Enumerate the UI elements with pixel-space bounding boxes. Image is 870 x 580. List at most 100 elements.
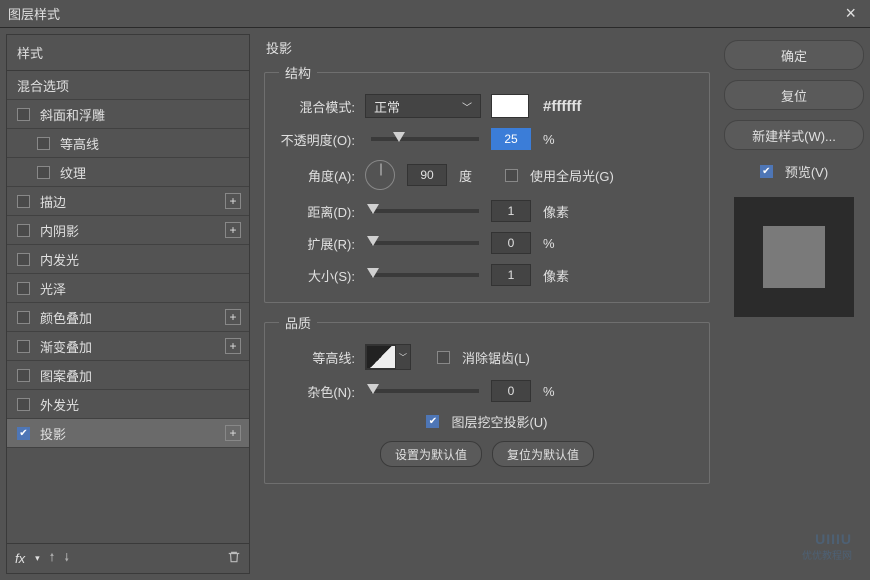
style-item-8[interactable]: 颜色叠加 + (7, 303, 249, 332)
global-light-checkbox[interactable] (505, 169, 518, 182)
style-label: 外发光 (40, 395, 79, 414)
close-icon[interactable]: × (839, 3, 862, 24)
contour-row: 等高线: ﹀ 消除锯齿(L) (279, 344, 695, 370)
style-label: 内阴影 (40, 221, 79, 240)
blend-mode-label: 混合模式: (279, 97, 355, 116)
fx-menu[interactable]: fx (15, 551, 25, 566)
style-item-9[interactable]: 渐变叠加+ (7, 332, 249, 361)
spread-input[interactable] (491, 232, 531, 254)
preview-box (734, 197, 854, 317)
opacity-input[interactable] (491, 128, 531, 150)
add-effect-icon[interactable]: + (225, 425, 241, 441)
quality-legend: 品质 (279, 313, 317, 332)
distance-input[interactable] (491, 200, 531, 222)
make-default-button[interactable]: 设置为默认值 (380, 441, 482, 467)
style-checkbox[interactable] (17, 224, 30, 237)
spread-label: 扩展(R): (279, 234, 355, 253)
style-checkbox[interactable]: ✔ (17, 427, 30, 440)
blend-mode-row: 混合模式: 正常 ﹀ #ffffff (279, 94, 695, 118)
style-label: 光泽 (40, 279, 66, 298)
style-checkbox[interactable] (37, 166, 50, 179)
titlebar: 图层样式 × (0, 0, 870, 28)
style-checkbox[interactable] (17, 311, 30, 324)
shadow-color-swatch[interactable] (491, 94, 529, 118)
add-effect-icon[interactable]: + (225, 222, 241, 238)
style-checkbox[interactable] (17, 282, 30, 295)
style-label: 混合选项 (17, 76, 69, 95)
style-label: 描边 (40, 192, 66, 211)
angle-row: 角度(A): 度 使用全局光(G) (279, 160, 695, 190)
style-item-10[interactable]: 图案叠加 (7, 361, 249, 390)
add-effect-icon[interactable]: + (225, 309, 241, 325)
style-item-11[interactable]: 外发光 (7, 390, 249, 419)
cancel-button[interactable]: 复位 (724, 80, 864, 110)
style-label: 投影 (40, 424, 66, 443)
dialog-title: 图层样式 (8, 4, 60, 23)
style-label: 图案叠加 (40, 366, 92, 385)
style-label: 内发光 (40, 250, 79, 269)
spread-slider[interactable] (371, 241, 479, 245)
reset-default-button[interactable]: 复位为默认值 (492, 441, 594, 467)
trash-icon[interactable] (227, 550, 241, 567)
size-input[interactable] (491, 264, 531, 286)
size-row: 大小(S): 像素 (279, 264, 695, 286)
style-item-3[interactable]: 纹理 (7, 158, 249, 187)
angle-unit: 度 (459, 166, 483, 185)
noise-unit: % (543, 384, 567, 399)
styles-sidebar: 样式 混合选项斜面和浮雕等高线纹理描边+内阴影+内发光光泽颜色叠加+渐变叠加+图… (6, 34, 250, 574)
noise-slider[interactable] (371, 389, 479, 393)
blend-mode-dropdown[interactable]: 正常 ﹀ (365, 94, 481, 118)
opacity-slider[interactable] (371, 137, 479, 141)
opacity-unit: % (543, 132, 567, 147)
angle-dial[interactable] (365, 160, 395, 190)
knockout-row: ✔ 图层挖空投影(U) (279, 412, 695, 431)
dialog-body: 样式 混合选项斜面和浮雕等高线纹理描边+内阴影+内发光光泽颜色叠加+渐变叠加+图… (0, 28, 870, 580)
style-item-12[interactable]: ✔ 投影 + (7, 419, 249, 448)
style-item-5[interactable]: 内阴影 + (7, 216, 249, 245)
antialias-checkbox[interactable] (437, 351, 450, 364)
style-checkbox[interactable] (17, 108, 30, 121)
chevron-down-icon: ﹀ (462, 99, 472, 114)
style-label: 颜色叠加 (40, 308, 92, 327)
effect-panel: 投影 结构 混合模式: 正常 ﹀ #ffffff 不透明度(O): % 角度(A… (258, 34, 716, 574)
antialias-label: 消除锯齿(L) (462, 348, 530, 367)
style-checkbox[interactable] (17, 253, 30, 266)
noise-input[interactable] (491, 380, 531, 402)
knockout-checkbox[interactable]: ✔ (426, 415, 439, 428)
spread-row: 扩展(R): % (279, 232, 695, 254)
knockout-label: 图层挖空投影(U) (451, 412, 547, 431)
size-unit: 像素 (543, 266, 569, 285)
angle-input[interactable] (407, 164, 447, 186)
style-label: 斜面和浮雕 (40, 105, 105, 124)
style-item-6[interactable]: 内发光 (7, 245, 249, 274)
contour-picker[interactable] (366, 345, 396, 369)
contour-label: 等高线: (279, 348, 355, 367)
preview-checkbox[interactable]: ✔ (760, 165, 773, 178)
style-item-4[interactable]: 描边 + (7, 187, 249, 216)
ok-button[interactable]: 确定 (724, 40, 864, 70)
style-checkbox[interactable] (17, 398, 30, 411)
watermark: UIIIU 优优教程网 (802, 531, 852, 562)
angle-label: 角度(A): (279, 166, 355, 185)
style-item-0[interactable]: 混合选项 (7, 71, 249, 100)
size-slider[interactable] (371, 273, 479, 277)
style-checkbox[interactable] (17, 340, 30, 353)
move-down-icon[interactable]: 🠗 (64, 549, 69, 568)
size-label: 大小(S): (279, 266, 355, 285)
style-checkbox[interactable] (17, 369, 30, 382)
spread-unit: % (543, 236, 567, 251)
style-checkbox[interactable] (17, 195, 30, 208)
style-item-1[interactable]: 斜面和浮雕 (7, 100, 249, 129)
add-effect-icon[interactable]: + (225, 193, 241, 209)
distance-slider[interactable] (371, 209, 479, 213)
move-up-icon[interactable]: 🠕 (50, 549, 55, 568)
style-item-2[interactable]: 等高线 (7, 129, 249, 158)
style-label: 纹理 (60, 163, 86, 182)
style-checkbox[interactable] (37, 137, 50, 150)
style-item-7[interactable]: 光泽 (7, 274, 249, 303)
structure-group: 结构 混合模式: 正常 ﹀ #ffffff 不透明度(O): % 角度(A): (264, 63, 710, 303)
add-effect-icon[interactable]: + (225, 338, 241, 354)
preview-inner (763, 226, 825, 288)
new-style-button[interactable]: 新建样式(W)... (724, 120, 864, 150)
contour-dropdown[interactable]: ﹀ (396, 345, 410, 369)
